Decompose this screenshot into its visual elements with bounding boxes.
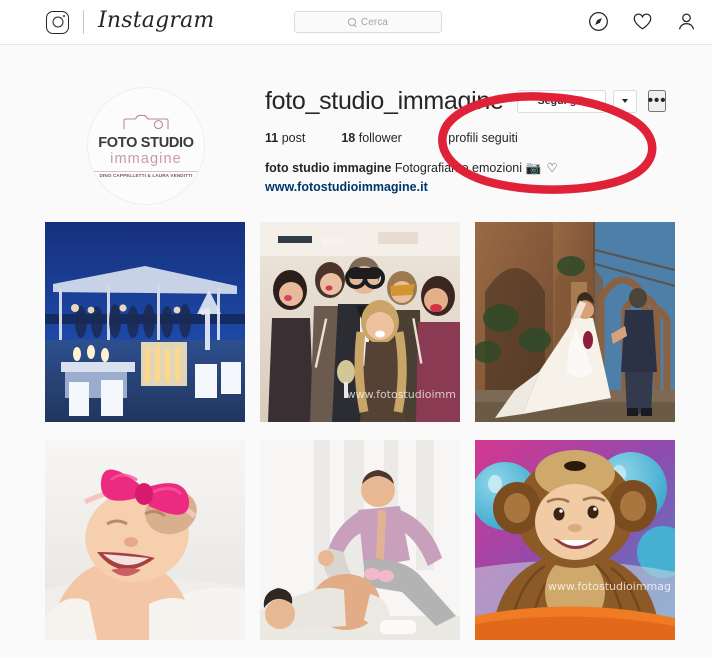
profile-username: foto_studio_immagine	[265, 87, 504, 115]
camera-outline-icon	[122, 114, 170, 131]
explore-icon[interactable]	[587, 10, 610, 33]
avatar-logo-title: FOTO STUDIO	[98, 134, 194, 151]
post-maternity-couple[interactable]	[260, 440, 460, 640]
stat-following-value: 0	[437, 131, 445, 145]
profile-details: foto_studio_immagine Segui già ••• 11 po…	[265, 85, 705, 197]
search-placeholder: Cerca	[360, 16, 389, 28]
site-header: Instagram Cerca	[0, 0, 720, 45]
search-icon	[347, 17, 357, 27]
profile-bio: foto studio immagine Fotografiamo emozio…	[265, 160, 705, 197]
post-photobooth-party[interactable]: www.fotostudioimm www.fotostudioimm	[260, 222, 460, 422]
header-nav	[587, 10, 698, 33]
profile-stats: 11 post 18 follower 0 profili seguiti	[265, 131, 705, 145]
avatar-logo-subtitle: immagine	[110, 150, 182, 167]
stat-posts-value: 11	[265, 131, 279, 145]
post-newborn-pink-bow[interactable]	[45, 440, 245, 640]
chevron-down-icon	[622, 99, 629, 103]
stat-posts[interactable]: 11 post	[265, 131, 305, 145]
activity-icon[interactable]	[631, 10, 654, 33]
stat-following[interactable]: 0 profili seguiti	[438, 131, 518, 145]
post-bride-groom-ruins[interactable]	[475, 222, 675, 422]
bio-website-link[interactable]: www.fotostudioimmagine.it	[265, 179, 705, 197]
posts-grid: www.fotostudioimm www.fotostudioimmag	[45, 222, 675, 640]
post-baby-monkey-costume[interactable]: www.fotostudioimmag www.fotostudioimmag	[475, 440, 675, 640]
bio-name: foto studio immagine	[265, 161, 392, 175]
profile-section: FOTO STUDIO immagine DINO CAPPELLETTI & …	[0, 45, 720, 208]
search-input[interactable]: Cerca	[294, 11, 442, 33]
avatar-logo: FOTO STUDIO immagine DINO CAPPELLETTI & …	[94, 114, 198, 179]
stat-followers-value: 18	[341, 131, 356, 145]
svg-text:www.fotostudioimm: www.fotostudioimm	[347, 388, 456, 401]
stat-following-label: profili seguiti	[448, 131, 518, 145]
follow-button[interactable]: Segui già	[516, 89, 607, 113]
stat-followers[interactable]: 18 follower	[341, 131, 401, 145]
brand-divider	[83, 10, 84, 34]
brand-wordmark: Instagram	[98, 8, 215, 33]
brand-logo[interactable]: Instagram	[46, 8, 214, 36]
follow-options-dropdown[interactable]	[613, 89, 638, 113]
svg-text:www.fotostudioimmag: www.fotostudioimmag	[548, 580, 671, 593]
bio-text: Fotografiamo emozioni	[394, 161, 523, 175]
profile-header-row: foto_studio_immagine Segui già •••	[265, 85, 705, 117]
stat-posts-label: post	[281, 131, 306, 145]
avatar-logo-names: DINO CAPPELLETTI & LAURA VENDITTI	[94, 170, 198, 179]
stat-followers-label: follower	[358, 131, 402, 145]
post-beach-wedding-reception[interactable]	[45, 222, 245, 422]
page-right-edge	[712, 0, 720, 657]
instagram-camera-icon	[46, 10, 69, 34]
profile-avatar[interactable]: FOTO STUDIO immagine DINO CAPPELLETTI & …	[87, 87, 205, 205]
instagram-profile-page: Instagram Cerca FOTO STUDIO immagine DIN…	[0, 0, 720, 657]
profile-icon[interactable]	[675, 10, 698, 33]
bio-emoji: 📷 ♡	[525, 161, 559, 175]
more-options-button[interactable]: •••	[648, 90, 667, 112]
header-inner: Instagram Cerca	[0, 0, 720, 44]
